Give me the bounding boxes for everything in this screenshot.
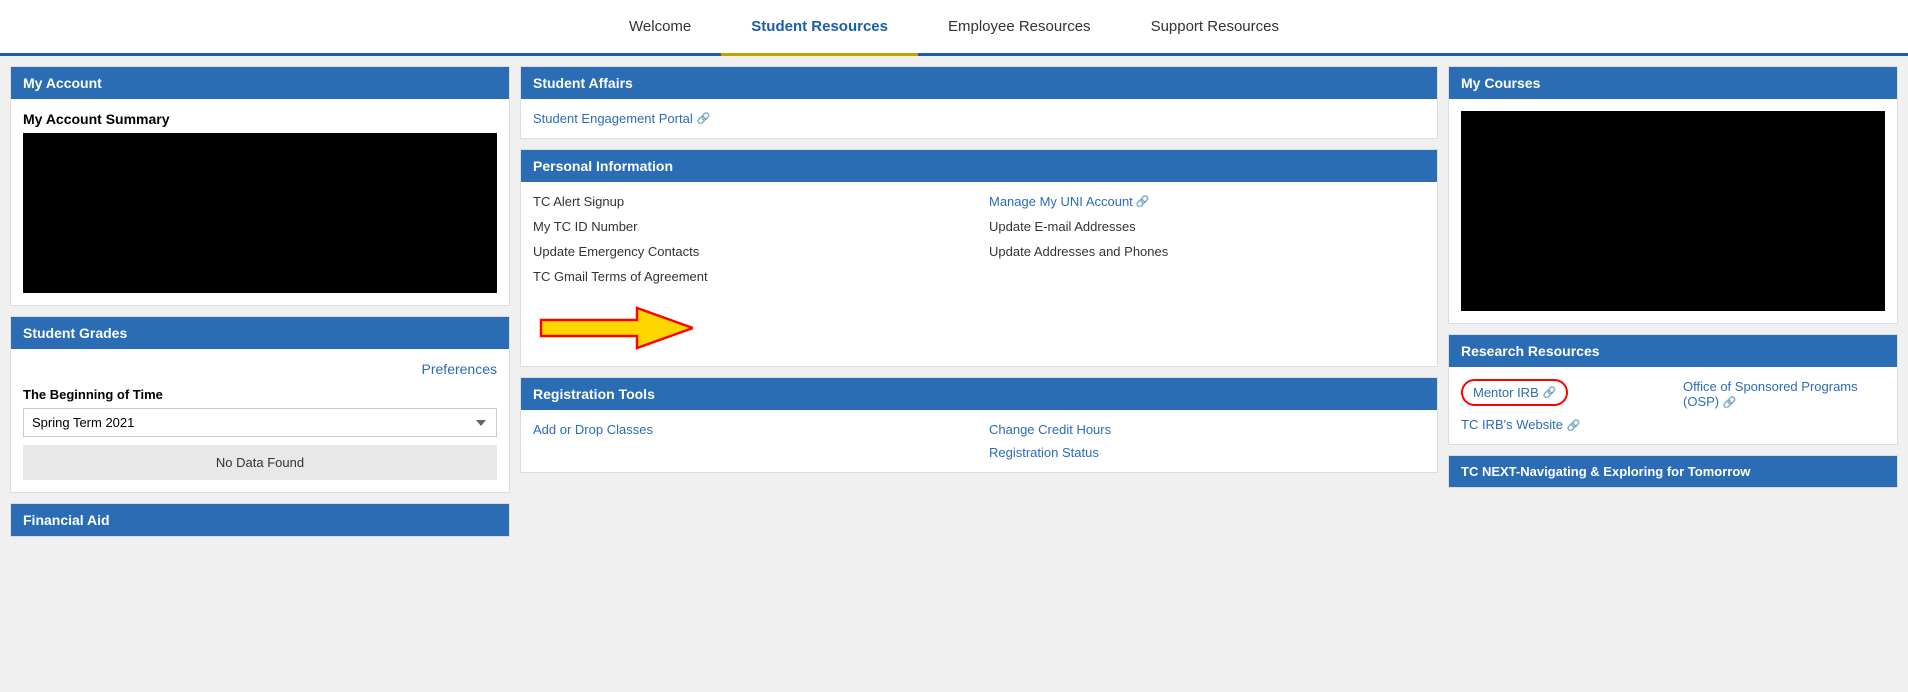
reg-empty — [533, 445, 969, 460]
tc-gmail-terms-link[interactable]: TC Gmail Terms of Agreement — [533, 269, 969, 284]
change-credit-hours-link[interactable]: Change Credit Hours — [989, 422, 1425, 437]
office-sponsored-link[interactable]: Office of Sponsored Programs (OSP) 🔗 — [1683, 379, 1885, 409]
main-content: My Account My Account Summary Student Gr… — [0, 56, 1908, 557]
grade-period-label: The Beginning of Time — [23, 387, 497, 402]
mentor-irb-circled[interactable]: Mentor IRB 🔗 — [1461, 379, 1568, 406]
student-affairs-header: Student Affairs — [521, 67, 1437, 99]
term-select[interactable]: Spring Term 2021 — [23, 408, 497, 437]
my-account-header: My Account — [11, 67, 509, 99]
registration-tools-header: Registration Tools — [521, 378, 1437, 410]
my-courses-card: My Courses — [1448, 66, 1898, 324]
research-resources-grid: Mentor IRB 🔗 Office of Sponsored Program… — [1449, 367, 1897, 444]
my-courses-header: My Courses — [1449, 67, 1897, 99]
update-addresses-link[interactable]: Update Addresses and Phones — [989, 244, 1425, 259]
my-account-card: My Account My Account Summary — [10, 66, 510, 306]
manage-uni-account-link[interactable]: Manage My UNI Account 🔗 — [989, 194, 1425, 209]
student-grades-body: Preferences The Beginning of Time Spring… — [11, 349, 509, 492]
update-emergency-contacts-link[interactable]: Update Emergency Contacts — [533, 244, 969, 259]
student-grades-header: Student Grades — [11, 317, 509, 349]
nav-welcome[interactable]: Welcome — [599, 0, 721, 56]
arrow-annotation — [521, 296, 1437, 366]
research-resources-card: Research Resources Mentor IRB 🔗 Office o… — [1448, 334, 1898, 445]
student-grades-card: Student Grades Preferences The Beginning… — [10, 316, 510, 493]
financial-aid-header: Financial Aid — [11, 504, 509, 536]
preferences-link[interactable]: Preferences — [23, 361, 497, 377]
no-data-label: No Data Found — [23, 445, 497, 480]
tc-alert-signup-link[interactable]: TC Alert Signup — [533, 194, 969, 209]
research-resources-header: Research Resources — [1449, 335, 1897, 367]
registration-tools-grid: Add or Drop Classes Change Credit Hours … — [521, 410, 1437, 472]
external-icon-uni: 🔗 — [1136, 195, 1150, 208]
registration-status-link[interactable]: Registration Status — [989, 445, 1425, 460]
tc-irb-website-link[interactable]: TC IRB's Website 🔗 — [1461, 417, 1663, 432]
add-drop-classes-link[interactable]: Add or Drop Classes — [533, 422, 969, 437]
nav-employee-resources[interactable]: Employee Resources — [918, 0, 1121, 56]
nav-student-resources[interactable]: Student Resources — [721, 0, 918, 56]
mentor-irb-external-icon: 🔗 — [1543, 386, 1557, 399]
nav-support-resources[interactable]: Support Resources — [1121, 0, 1309, 56]
irb-external-icon: 🔗 — [1567, 420, 1581, 432]
courses-image — [1461, 111, 1885, 311]
personal-info-header: Personal Information — [521, 150, 1437, 182]
my-courses-body — [1449, 99, 1897, 323]
account-image — [23, 133, 497, 293]
external-link-icon: 🔗 — [697, 112, 711, 125]
my-tc-id-link[interactable]: My TC ID Number — [533, 219, 969, 234]
personal-info-grid: TC Alert Signup Manage My UNI Account 🔗 … — [521, 182, 1437, 296]
right-column: My Courses Research Resources Mentor IRB… — [1448, 66, 1898, 547]
my-account-body: My Account Summary — [11, 99, 509, 305]
middle-column: Student Affairs Student Engagement Porta… — [520, 66, 1438, 547]
top-navigation: Welcome Student Resources Employee Resou… — [0, 0, 1908, 56]
personal-information-card: Personal Information TC Alert Signup Man… — [520, 149, 1438, 367]
account-summary-label: My Account Summary — [23, 111, 497, 127]
financial-aid-card: Financial Aid — [10, 503, 510, 537]
osp-external-icon: 🔗 — [1723, 397, 1737, 409]
tc-next-card: TC NEXT-Navigating & Exploring for Tomor… — [1448, 455, 1898, 488]
student-affairs-body: Student Engagement Portal 🔗 — [521, 99, 1437, 138]
mentor-irb-link[interactable]: Mentor IRB 🔗 — [1461, 379, 1663, 409]
student-affairs-card: Student Affairs Student Engagement Porta… — [520, 66, 1438, 139]
arrow-svg — [533, 298, 693, 358]
update-email-link[interactable]: Update E-mail Addresses — [989, 219, 1425, 234]
student-engagement-portal-link[interactable]: Student Engagement Portal 🔗 — [533, 111, 1425, 126]
tc-next-header: TC NEXT-Navigating & Exploring for Tomor… — [1449, 456, 1897, 487]
left-column: My Account My Account Summary Student Gr… — [10, 66, 510, 547]
registration-tools-card: Registration Tools Add or Drop Classes C… — [520, 377, 1438, 473]
